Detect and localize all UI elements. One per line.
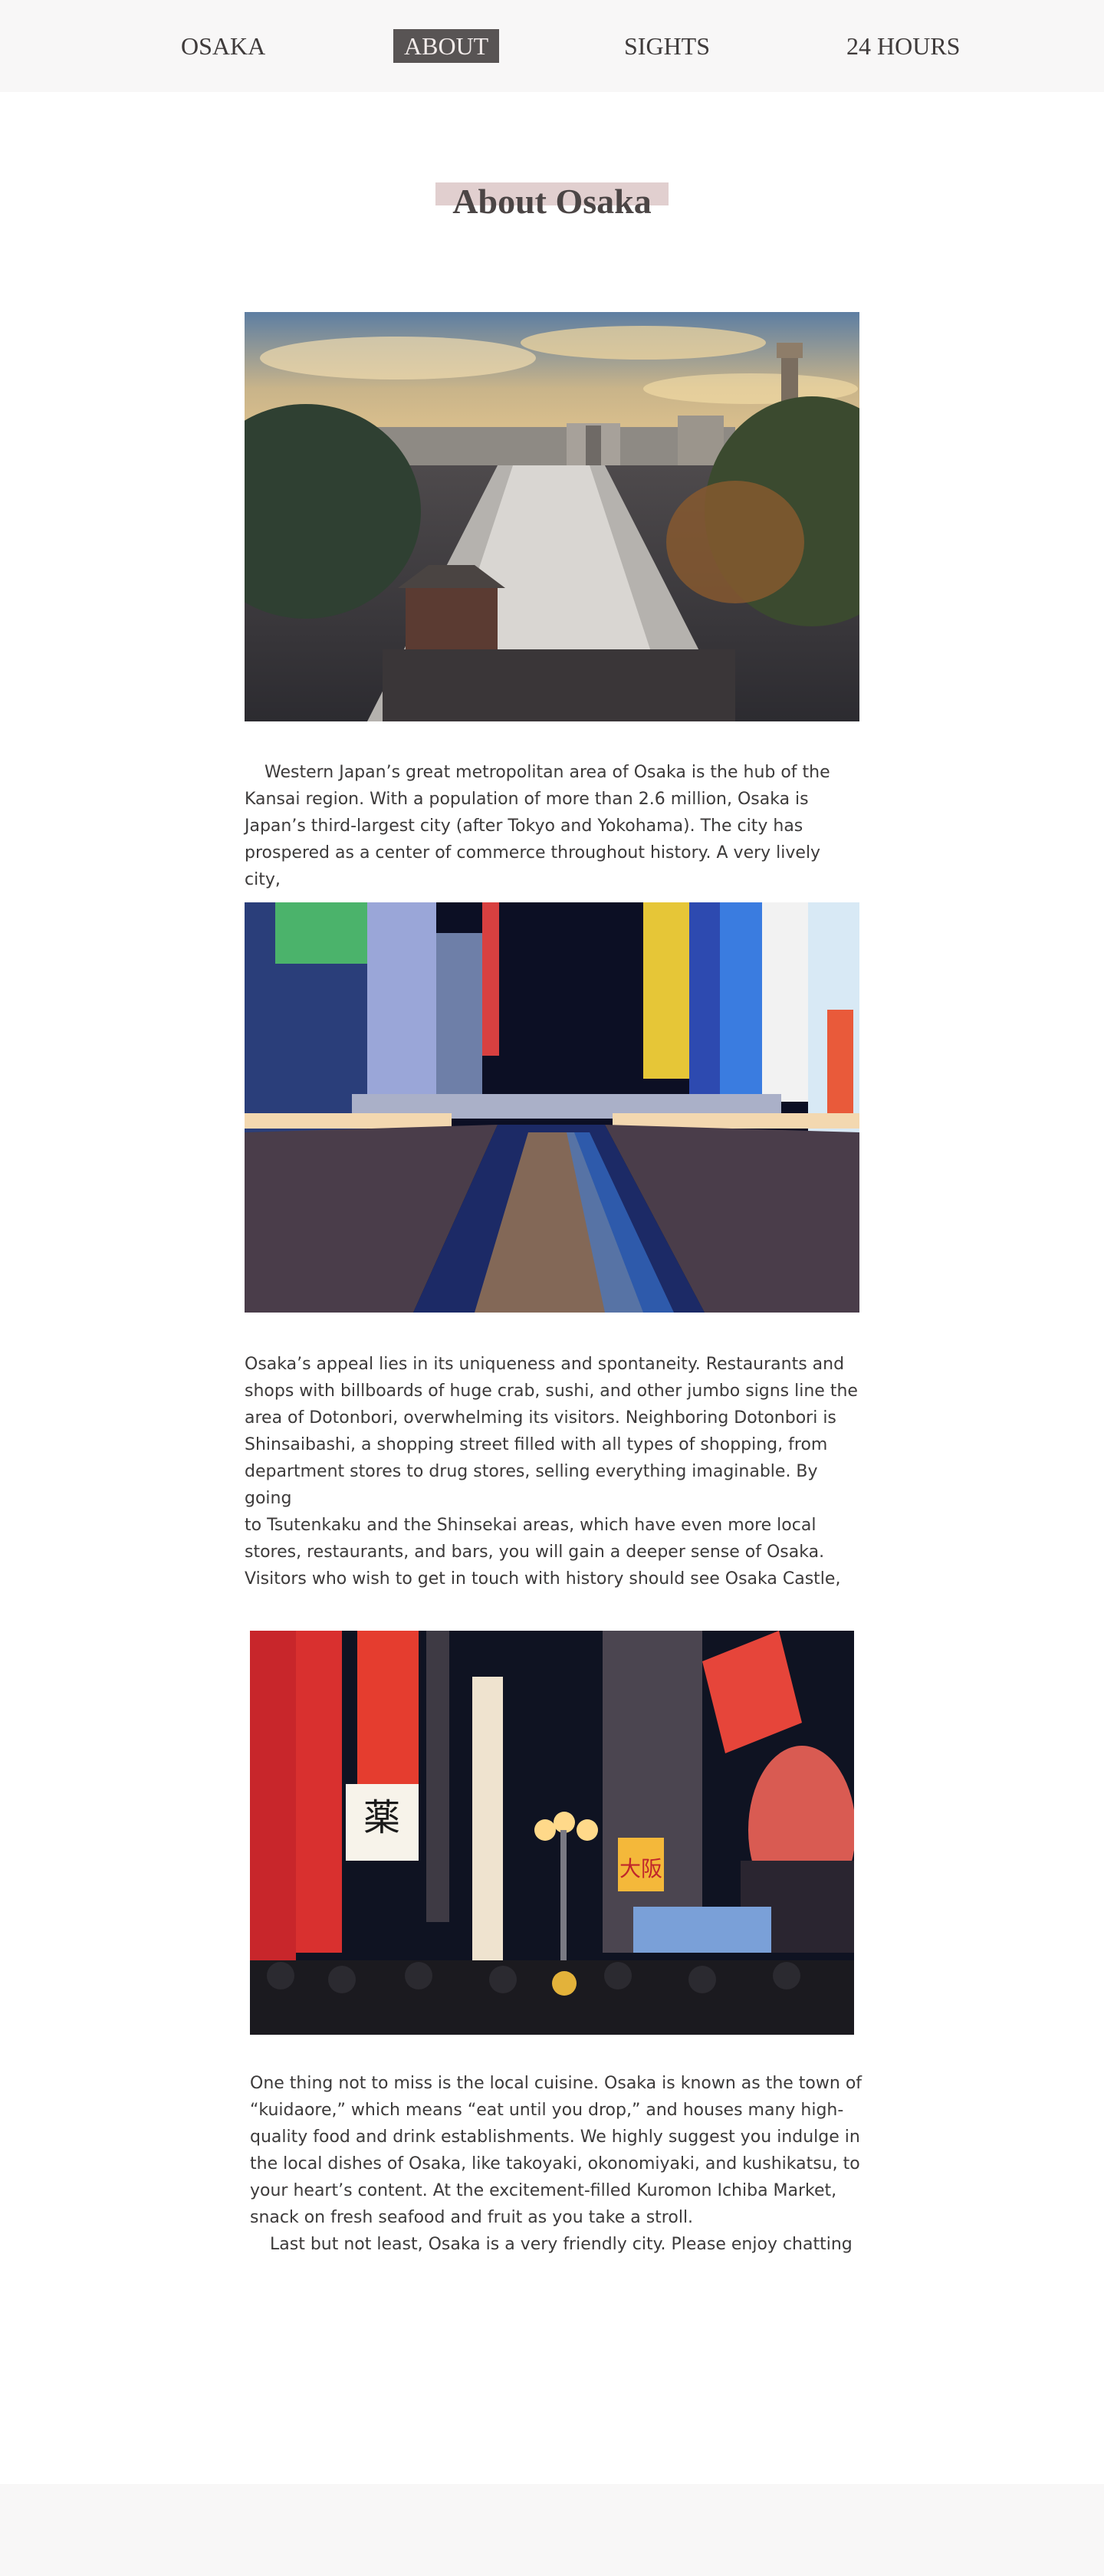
cuisine-line: snack on fresh seafood and fruit as you … <box>250 2208 694 2227</box>
cuisine-paragraph: One thing not to miss is the local cuisi… <box>250 2070 865 2258</box>
intro-line: Japan’s third-largest city (after Tokyo … <box>245 816 803 836</box>
cuisine-line: quality food and drink establishments. W… <box>250 2128 860 2147</box>
appeal-line: department stores to drug stores, sellin… <box>245 1462 818 1508</box>
cuisine-line: One thing not to miss is the local cuisi… <box>250 2074 863 2093</box>
nav-item-about[interactable]: ABOUT <box>393 29 500 63</box>
street-signs-photo: 薬 大阪 <box>250 1631 854 2035</box>
intro-line: Western Japan’s great metropolitan area … <box>264 763 830 782</box>
nav-item-24-hours[interactable]: 24 HOURS <box>846 29 960 63</box>
tsutenkaku-tower-photo <box>245 312 859 721</box>
nav-item-osaka[interactable]: OSAKA <box>181 29 265 63</box>
footer <box>0 2484 1104 2576</box>
cuisine-line: “kuidaore,” which means “eat until you d… <box>250 2101 844 2120</box>
dotonbori-canal-photo <box>245 902 859 1313</box>
page-title: About Osaka <box>435 182 669 219</box>
nav-item-sights[interactable]: SIGHTS <box>624 29 710 63</box>
page-title-text: About Osaka <box>452 182 652 221</box>
appeal-line: Osaka’s appeal lies in its uniqueness an… <box>245 1355 845 1374</box>
cuisine-line: the local dishes of Osaka, like takoyaki… <box>250 2154 860 2174</box>
appeal-line: to Tsutenkaku and the Shinsekai areas, w… <box>245 1516 816 1535</box>
top-nav: OSAKA ABOUT SIGHTS 24 HOURS <box>0 0 1104 92</box>
intro-paragraph: Western Japan’s great metropolitan area … <box>245 759 859 893</box>
intro-line: prospered as a center of commerce throug… <box>245 843 821 889</box>
cuisine-line: Last but not least, Osaka is a very frie… <box>270 2235 853 2254</box>
kusuri-sign-text: 薬 <box>363 1796 400 1839</box>
cuisine-line: your heart’s content. At the excitement-… <box>250 2181 837 2200</box>
osaka-sign-text: 大阪 <box>619 1856 662 1881</box>
appeal-paragraph: Osaka’s appeal lies in its uniqueness an… <box>245 1351 859 1592</box>
appeal-line: shops with billboards of huge crab, sush… <box>245 1382 858 1401</box>
appeal-line: Visitors who wish to get in touch with h… <box>245 1569 841 1589</box>
page-title-wrap: About Osaka <box>0 182 1104 219</box>
appeal-line: stores, restaurants, and bars, you will … <box>245 1543 825 1562</box>
intro-line: Kansai region. With a population of more… <box>245 790 809 809</box>
appeal-line: area of Dotonbori, overwhelming its visi… <box>245 1408 836 1428</box>
appeal-line: Shinsaibashi, a shopping street filled w… <box>245 1435 828 1454</box>
